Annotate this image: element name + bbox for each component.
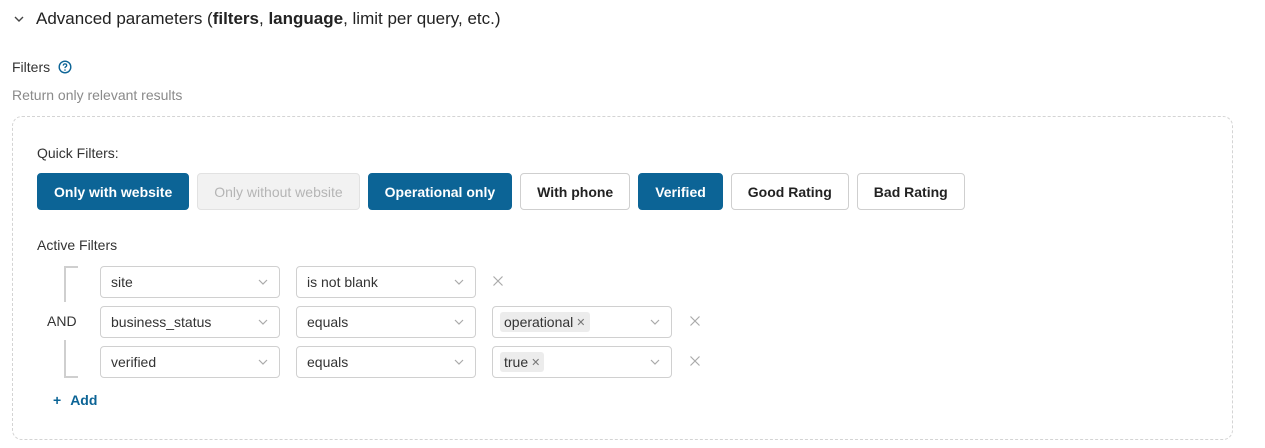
logic-operator-label[interactable]: AND	[47, 313, 77, 329]
filter-row-3-operator-select[interactable]: equals	[296, 346, 476, 378]
add-filter-button[interactable]: + Add	[53, 392, 97, 408]
add-filter-label: Add	[70, 392, 98, 408]
quick-filter-bad-rating-button[interactable]: Bad Rating	[856, 173, 965, 210]
filters-label: Filters	[12, 59, 51, 75]
chevron-down-icon	[12, 12, 26, 26]
remove-filter-row-1-icon[interactable]	[491, 274, 505, 288]
filters-description: Return only relevant results	[12, 87, 183, 103]
quick-filters-label: Quick Filters:	[37, 145, 119, 161]
chevron-down-icon	[453, 276, 465, 288]
filter-row-1-field-select[interactable]: site	[100, 266, 280, 298]
value-chip: true ✕	[500, 352, 545, 372]
filter-row-2-value-multiselect[interactable]: operational ✕	[492, 306, 672, 338]
filter-row-1-operator-select[interactable]: is not blank	[296, 266, 476, 298]
value-chips: true ✕	[500, 352, 649, 372]
quick-filter-only-without-website-button[interactable]: Only without website	[197, 173, 360, 210]
chevron-down-icon	[257, 356, 269, 368]
value-chips: operational ✕	[500, 312, 649, 332]
quick-filter-operational-only-button[interactable]: Operational only	[367, 173, 513, 210]
operator-value: equals	[307, 354, 349, 370]
remove-filter-row-2-icon[interactable]	[688, 314, 702, 328]
help-icon[interactable]	[58, 60, 72, 74]
quick-filters-row: Only with website Only without website O…	[37, 173, 965, 210]
quick-filter-only-with-website-button[interactable]: Only with website	[37, 173, 190, 210]
filter-row-2-operator-select[interactable]: equals	[296, 306, 476, 338]
advanced-parameters-toggle[interactable]: Advanced parameters (filters, language, …	[12, 6, 501, 32]
value-chip: operational ✕	[500, 312, 590, 332]
active-filters-label: Active Filters	[37, 237, 118, 253]
remove-filter-row-3-icon[interactable]	[688, 354, 702, 368]
logic-bracket-top	[64, 266, 78, 302]
chevron-down-icon	[453, 316, 465, 328]
section-title: Advanced parameters (filters, language, …	[36, 9, 501, 28]
chevron-down-icon	[649, 316, 661, 328]
filter-row-2-field-select[interactable]: business_status	[100, 306, 280, 338]
chevron-down-icon	[257, 276, 269, 288]
operator-value: is not blank	[307, 274, 378, 290]
quick-filter-good-rating-button[interactable]: Good Rating	[730, 173, 849, 210]
quick-filter-with-phone-button[interactable]: With phone	[520, 173, 631, 210]
quick-filter-verified-button[interactable]: Verified	[638, 173, 723, 210]
field-value: site	[111, 274, 133, 290]
field-value: business_status	[111, 314, 212, 330]
filter-row-3-field-select[interactable]: verified	[100, 346, 280, 378]
filters-label-row: Filters	[12, 59, 72, 75]
operator-value: equals	[307, 314, 349, 330]
remove-chip-icon[interactable]: ✕	[531, 356, 540, 369]
field-value: verified	[111, 354, 157, 370]
chevron-down-icon	[649, 356, 661, 368]
remove-chip-icon[interactable]: ✕	[576, 316, 585, 329]
filter-row-3-value-multiselect[interactable]: true ✕	[492, 346, 672, 378]
chevron-down-icon	[257, 316, 269, 328]
chevron-down-icon	[453, 356, 465, 368]
plus-icon: +	[53, 392, 62, 408]
logic-bracket-bottom	[64, 340, 78, 378]
